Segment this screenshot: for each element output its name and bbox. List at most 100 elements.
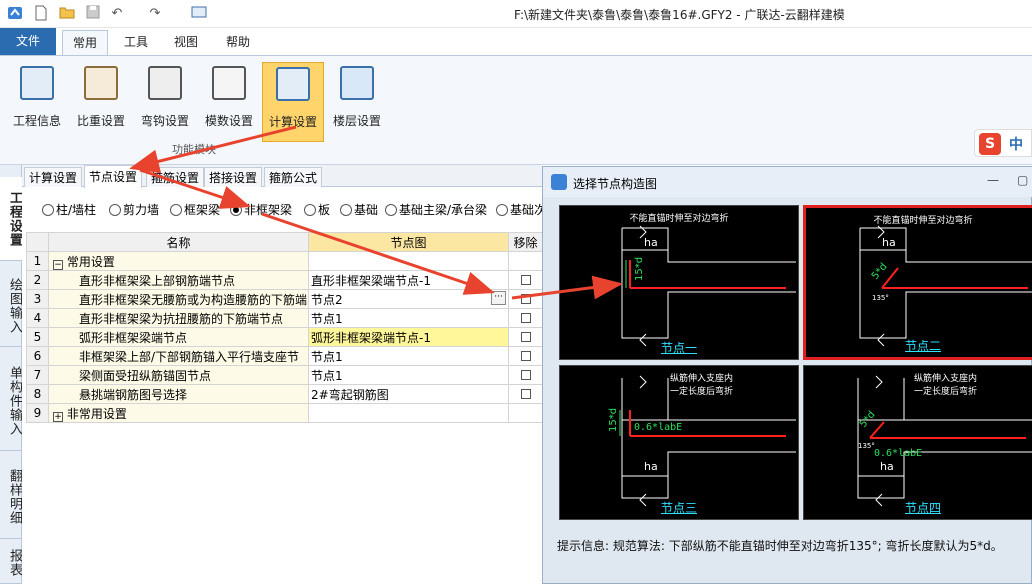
node-label: 节点三 [660,501,697,515]
remove-checkbox[interactable] [520,370,531,380]
remove-checkbox[interactable] [520,313,531,323]
ellipsis-button[interactable]: ··· [491,290,506,305]
tab-view[interactable]: 视图 [166,30,206,55]
modulus-icon [212,66,246,100]
node-diagram-cell[interactable] [308,403,509,423]
dim-ha-label: ha [644,460,658,473]
sidebar-tab-single-member-input[interactable]: 单构件输入 [0,351,22,451]
new-file-icon[interactable] [32,5,50,23]
radio-shear-wall[interactable]: 剪力墙 [109,201,159,218]
node-diagram-cell[interactable]: 节点1 [308,346,509,366]
maximize-icon[interactable]: ▢ [1017,173,1028,187]
node-diagram-value: 2#弯起钢筋图 [311,387,389,402]
node-diagram-cell[interactable]: 直形非框架梁端节点-1 [308,270,509,290]
column-header-remove[interactable]: 移除 [508,232,543,252]
hook-settings-label: 弯钩设置 [140,114,189,128]
node-panel-4[interactable]: 纵筋伸入支座内 一定长度后弯折 5*d 135° 0.6*labE ha 节点四 [803,365,1032,520]
row-number: 1 [26,251,49,271]
table-row[interactable]: 6 非框架梁上部/下部钢筋锚入平行墙支座节 节点1 [26,346,543,366]
scale-icon [84,66,118,100]
modulus-settings-button[interactable]: 模数设置 [198,62,260,142]
setting-name: 弧形非框架梁端节点 [79,330,188,345]
table-row[interactable]: 4 直形非框架梁为抗扭腰筋的下筋端节点 节点1 [26,308,543,328]
tab-common[interactable]: 常用 [62,30,108,55]
remove-cell [508,346,543,366]
tab-node-settings[interactable]: 节点设置 [84,165,143,188]
setting-name: 非框架梁上部/下部钢筋锚入平行墙支座节 [79,349,300,364]
table-row[interactable]: 5 弧形非框架梁端节点 弧形非框架梁端节点-1 [26,327,543,347]
setting-name: 直形非框架梁无腰筋或为构造腰筋的下筋端 [79,292,308,307]
density-settings-button[interactable]: 比重设置 [70,62,132,142]
radio-foundation-main-beam[interactable]: 基础主梁/承台梁 [385,201,487,218]
node-diagram-cell[interactable]: 节点1 [308,308,509,328]
hook-settings-button[interactable]: 弯钩设置 [134,62,196,142]
row-number: 4 [26,308,49,328]
group-name-cell: − 常用设置 [48,251,309,271]
tab-file[interactable]: 文件 [0,28,56,55]
sidebar-tab-drawing-input[interactable]: 绘图输入 [0,265,22,347]
node-panel-2[interactable]: 不能直锚时伸至对边弯折 ha 5*d 135° 节点二 [803,205,1032,360]
radio-column[interactable]: 柱/墙柱 [42,201,96,218]
node-diagram-cell[interactable] [308,251,509,271]
density-settings-label: 比重设置 [76,114,125,128]
node-diagram-cell[interactable]: 节点1 [308,365,509,385]
remove-checkbox[interactable] [520,351,531,361]
table-row[interactable]: 9 + 非常用设置 [26,403,543,423]
tab-tools[interactable]: 工具 [116,30,156,55]
remove-checkbox[interactable] [520,275,531,285]
sidebar-tab-project-settings[interactable]: 工程设置 [0,177,22,261]
window-title: F:\新建文件夹\泰鲁\泰鲁\泰鲁16#.GFY2 - 广联达-云翻样建模 [514,8,845,22]
row-number: 6 [26,346,49,366]
project-info-button[interactable]: 工程信息 [6,62,68,142]
window-switch-icon[interactable] [190,5,208,23]
setting-name-cell: 直形非框架梁上部钢筋端节点 [48,270,309,290]
sidebar-tab-report[interactable]: 报表 [0,543,22,584]
floor-settings-label: 楼层设置 [332,114,381,128]
floor-settings-button[interactable]: 楼层设置 [326,62,388,142]
undo-icon[interactable]: ↶ [108,5,126,23]
tab-help[interactable]: 帮助 [218,30,258,55]
group-name-cell: + 非常用设置 [48,403,309,423]
remove-checkbox[interactable] [520,389,531,399]
node-diagram-cell[interactable]: 节点2 ··· [308,289,509,309]
table-row[interactable]: 2 直形非框架梁上部钢筋端节点 直形非框架梁端节点-1 [26,270,543,290]
column-header-node-diagram[interactable]: 节点图 [308,232,509,252]
tab-stirrup-settings[interactable]: 箍筋设置 [146,167,205,187]
ime-indicator[interactable]: S 中 [974,129,1032,157]
expand-icon[interactable]: + [53,411,63,422]
node-label: 节点二 [904,339,941,353]
sidebar-tab-detail[interactable]: 翻样明细 [0,455,22,539]
row-number: 9 [26,403,49,423]
node-diagram-cell[interactable]: 2#弯起钢筋图 [308,384,509,404]
table-row[interactable]: 1− 常用设置 [26,251,543,271]
remove-checkbox[interactable] [520,332,531,342]
row-number: 8 [26,384,49,404]
collapse-icon[interactable]: − [53,259,63,270]
radio-foundation[interactable]: 基础 [340,201,378,218]
column-header-name[interactable]: 名称 [48,232,309,252]
node-diagram-value: 节点1 [311,349,343,364]
node-label: 节点四 [904,501,941,515]
node-panel-3[interactable]: 纵筋伸入支座内 一定长度后弯折 15*d 0.6*labE ha 节点三 [559,365,799,520]
table-row[interactable]: 3 直形非框架梁无腰筋或为构造腰筋的下筋端 节点2 ··· [26,289,543,309]
node-panel-1[interactable]: 不能直锚时伸至对边弯折 ha 15*d 节点一 [559,205,799,360]
calc-settings-button[interactable]: 计算设置 [262,62,324,142]
node-diagram-cell[interactable]: 弧形非框架梁端节点-1 [308,327,509,347]
setting-name: 直形非框架梁为抗扭腰筋的下筋端节点 [79,311,284,326]
remove-checkbox[interactable] [520,294,531,304]
tab-stirrup-formula[interactable]: 箍筋公式 [264,167,323,187]
tab-lap-settings[interactable]: 搭接设置 [204,167,263,187]
tab-calc-settings[interactable]: 计算设置 [24,167,83,187]
radio-non-frame-beam[interactable]: 非框架梁 [230,201,292,218]
table-row[interactable]: 8 悬挑端钢筋图号选择 2#弯起钢筋图 [26,384,543,404]
dim-lab-label: 0.6*labE [874,448,922,459]
dim-ha-label: ha [880,460,894,473]
open-folder-icon[interactable] [58,5,76,23]
ribbon: 工程信息 比重设置 弯钩设置 模数设置 计算设置 楼层设置 功能模块 S 中 [0,55,1032,165]
radio-frame-beam[interactable]: 框架梁 [170,201,220,218]
minimize-icon[interactable]: — [987,173,999,187]
redo-icon[interactable]: ↷ [146,5,164,23]
table-row[interactable]: 7 梁侧面受扭纵筋锚固节点 节点1 [26,365,543,385]
radio-slab[interactable]: 板 [304,201,330,218]
save-icon[interactable] [84,5,102,23]
